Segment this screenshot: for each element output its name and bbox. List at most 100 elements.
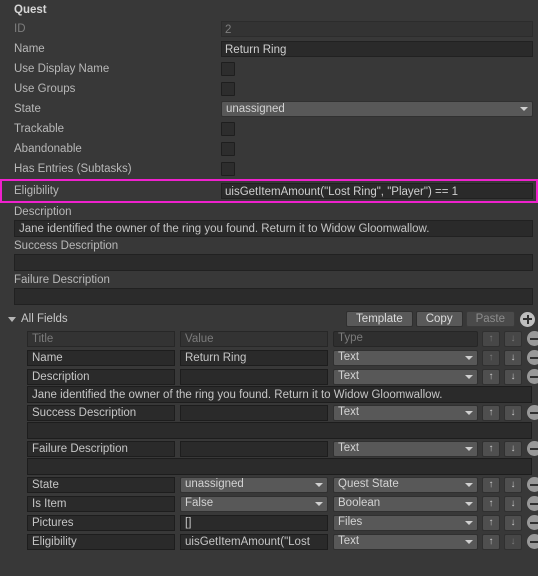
paste-button[interactable]: Paste xyxy=(465,311,515,327)
quest-inspector-panel: Quest ID 2 Name Return Ring Use Display … xyxy=(0,0,538,576)
row-value-dropdown[interactable]: False xyxy=(180,495,328,512)
row-value-input[interactable]: uisGetItemAmount("Lost xyxy=(180,533,328,550)
chevron-down-icon xyxy=(465,410,473,415)
chevron-down-icon xyxy=(315,501,323,506)
move-down-button[interactable]: ↓ xyxy=(504,440,522,457)
move-up-button[interactable]: ↑ xyxy=(482,533,500,550)
remove-field-button[interactable] xyxy=(527,441,538,456)
move-up-button[interactable]: ↑ xyxy=(482,476,500,493)
move-up-button[interactable]: ↑ xyxy=(482,514,500,531)
row-value-input[interactable] xyxy=(180,404,328,421)
row-type-dropdown[interactable]: Text xyxy=(333,533,478,550)
all-fields-toolbar: All Fields Template Copy Paste xyxy=(0,309,538,329)
row-title-input[interactable]: Pictures xyxy=(27,514,175,531)
row-title-input[interactable]: Description xyxy=(27,368,175,385)
label-name: Name xyxy=(14,43,45,55)
row-value-dropdown[interactable]: unassigned xyxy=(180,476,328,493)
chevron-down-icon xyxy=(465,355,473,360)
use-groups-checkbox[interactable] xyxy=(221,82,235,96)
trackable-checkbox[interactable] xyxy=(221,122,235,136)
label-failure-description: Failure Description xyxy=(14,274,110,286)
row-type-text: Quest State xyxy=(338,478,399,490)
row-title-input[interactable]: Title xyxy=(27,330,175,347)
row-type-dropdown[interactable]: Text xyxy=(333,349,478,366)
move-down-button[interactable]: ↓ xyxy=(504,476,522,493)
copy-button[interactable]: Copy xyxy=(415,311,463,327)
remove-field-button[interactable] xyxy=(527,405,538,420)
move-down-button[interactable]: ↓ xyxy=(504,330,522,347)
move-up-button[interactable]: ↑ xyxy=(482,404,500,421)
row-type-dropdown[interactable]: Text xyxy=(333,440,478,457)
name-input[interactable]: Return Ring xyxy=(221,41,533,57)
chevron-down-icon xyxy=(315,482,323,487)
label-use-groups: Use Groups xyxy=(14,83,76,95)
row-type-dropdown[interactable]: Type xyxy=(333,330,478,347)
all-fields-label[interactable]: All Fields xyxy=(21,313,343,325)
success-description-textarea[interactable] xyxy=(14,254,533,271)
move-down-button[interactable]: ↓ xyxy=(504,368,522,385)
has-entries-checkbox[interactable] xyxy=(221,162,235,176)
remove-field-button[interactable] xyxy=(527,534,538,549)
move-up-button[interactable]: ↑ xyxy=(482,495,500,512)
state-dropdown[interactable]: unassigned xyxy=(221,101,533,117)
row-title-input[interactable]: State xyxy=(27,476,175,493)
state-dropdown-value: unassigned xyxy=(226,102,285,115)
foldout-triangle-icon[interactable] xyxy=(8,316,16,322)
move-down-button[interactable]: ↓ xyxy=(504,533,522,550)
description-textarea[interactable]: Jane identified the owner of the ring yo… xyxy=(14,220,533,237)
move-down-button[interactable]: ↓ xyxy=(504,349,522,366)
abandonable-checkbox[interactable] xyxy=(221,142,235,156)
move-up-button[interactable]: ↑ xyxy=(482,349,500,366)
property-row-state: State unassigned xyxy=(0,99,538,119)
row-type-dropdown[interactable]: Files xyxy=(333,514,478,531)
row-title-input[interactable]: Eligibility xyxy=(27,533,175,550)
table-row: Success Description Text ↑ ↓ xyxy=(0,403,538,422)
template-button[interactable]: Template xyxy=(346,311,413,327)
property-row-abandonable: Abandonable xyxy=(0,139,538,159)
row-type-text: Text xyxy=(338,535,360,547)
failure-description-textarea[interactable] xyxy=(14,288,533,305)
move-down-button[interactable]: ↓ xyxy=(504,404,522,421)
property-row-trackable: Trackable xyxy=(0,119,538,139)
row-value-input[interactable]: Return Ring xyxy=(180,349,328,366)
move-up-button[interactable]: ↑ xyxy=(482,330,500,347)
remove-field-button[interactable] xyxy=(527,331,538,346)
row-type-text: Text xyxy=(338,406,360,418)
table-row: Pictures [] Files ↑ ↓ xyxy=(0,513,538,532)
row-type-dropdown[interactable]: Boolean xyxy=(333,495,478,512)
row-value-input[interactable] xyxy=(180,440,328,457)
remove-field-button[interactable] xyxy=(527,496,538,511)
row-type-dropdown[interactable]: Quest State xyxy=(333,476,478,493)
chevron-down-icon xyxy=(520,107,528,111)
remove-field-button[interactable] xyxy=(527,369,538,384)
row-multiline-textarea[interactable] xyxy=(27,422,532,439)
move-down-button[interactable]: ↓ xyxy=(504,514,522,531)
property-row-eligibility-highlighted: Eligibility uisGetItemAmount("Lost Ring"… xyxy=(0,179,538,203)
eligibility-input[interactable]: uisGetItemAmount("Lost Ring", "Player") … xyxy=(221,183,533,199)
add-field-button[interactable] xyxy=(520,311,535,327)
row-value-input[interactable]: [] xyxy=(180,514,328,531)
row-title-input[interactable]: Name xyxy=(27,349,175,366)
row-title-input[interactable]: Is Item xyxy=(27,495,175,512)
remove-field-button[interactable] xyxy=(527,350,538,365)
row-title-input[interactable]: Success Description xyxy=(27,404,175,421)
label-use-display-name: Use Display Name xyxy=(14,63,110,75)
row-type-text: Type xyxy=(338,332,363,344)
row-type-dropdown[interactable]: Text xyxy=(333,404,478,421)
use-display-name-checkbox[interactable] xyxy=(221,62,235,76)
move-down-button[interactable]: ↓ xyxy=(504,495,522,512)
row-value-input[interactable] xyxy=(180,368,328,385)
row-multiline-textarea[interactable]: Jane identified the owner of the ring yo… xyxy=(27,386,532,403)
row-value-input[interactable]: Value xyxy=(180,330,328,347)
row-multiline-textarea[interactable] xyxy=(27,458,532,475)
id-field: 2 xyxy=(221,21,533,37)
row-title-input[interactable]: Failure Description xyxy=(27,440,175,457)
row-type-text: Text xyxy=(338,442,360,454)
remove-field-button[interactable] xyxy=(527,515,538,530)
remove-field-button[interactable] xyxy=(527,477,538,492)
page-title: Quest xyxy=(14,4,47,16)
move-up-button[interactable]: ↑ xyxy=(482,368,500,385)
table-row: Is Item False Boolean ↑ ↓ xyxy=(0,494,538,513)
row-type-dropdown[interactable]: Text xyxy=(333,368,478,385)
move-up-button[interactable]: ↑ xyxy=(482,440,500,457)
